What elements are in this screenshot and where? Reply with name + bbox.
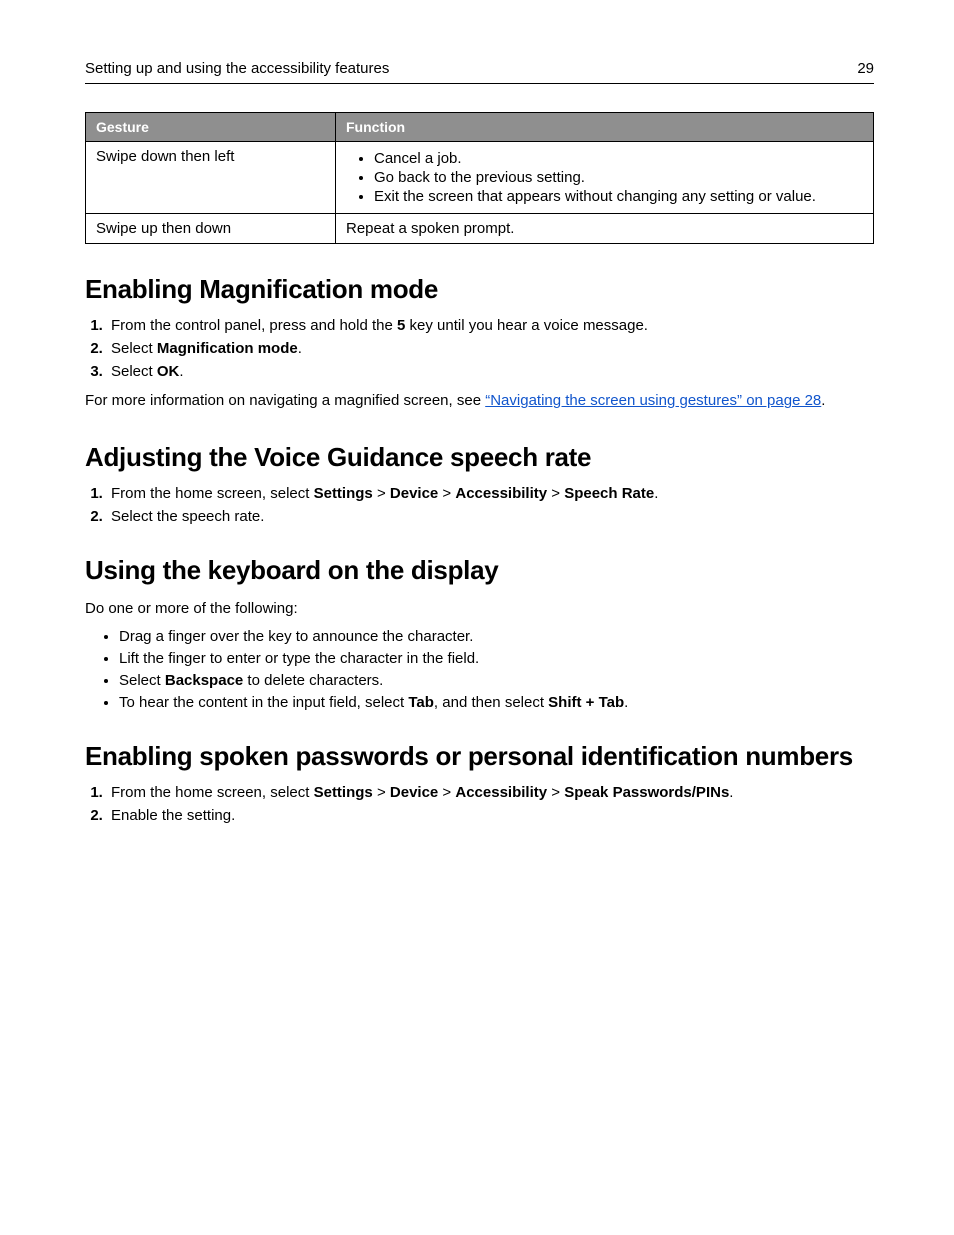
bold-text: Accessibility [455,784,547,801]
page-header: Setting up and using the accessibility f… [85,60,874,84]
cell-gesture: Swipe up then down [86,214,336,244]
text: To hear the content in the input field, … [119,694,408,711]
text: From the control panel, press and hold t… [111,317,397,334]
cell-gesture: Swipe down then left [86,142,336,214]
col-header-function: Function [336,113,874,142]
text: > [547,784,564,801]
cell-function: Repeat a spoken prompt. [336,214,874,244]
bold-text: Tab [408,694,434,711]
text: . [179,363,183,380]
list-item: Lift the finger to enter or type the cha… [119,650,874,667]
steps-passwords: From the home screen, select Settings > … [85,784,874,824]
col-header-gesture: Gesture [86,113,336,142]
list-item: Go back to the previous setting. [374,169,863,186]
heading-magnification: Enabling Magnification mode [85,274,874,305]
heading-keyboard: Using the keyboard on the display [85,555,874,586]
bold-text: Device [390,784,438,801]
text: Select [111,340,157,357]
list-item: Select Backspace to delete characters. [119,672,874,689]
more-info-paragraph: For more information on navigating a mag… [85,390,874,412]
text: From the home screen, select [111,784,314,801]
step-item: From the home screen, select Settings > … [107,784,874,801]
document-page: Setting up and using the accessibility f… [0,0,954,894]
step-item: Select Magnification mode. [107,340,874,357]
list-item: Cancel a job. [374,150,863,167]
cell-function: Cancel a job. Go back to the previous se… [336,142,874,214]
gesture-function-table: Gesture Function Swipe down then left Ca… [85,112,874,244]
text: > [547,485,564,502]
text: to delete characters. [243,672,383,689]
bold-text: Accessibility [455,485,547,502]
text: . [298,340,302,357]
heading-speech-rate: Adjusting the Voice Guidance speech rate [85,442,874,473]
list-item: Drag a finger over the key to announce t… [119,628,874,645]
bold-text: Settings [314,485,373,502]
text: > [373,485,390,502]
table-header-row: Gesture Function [86,113,874,142]
page-number: 29 [857,60,874,77]
text: For more information on navigating a mag… [85,392,485,409]
text: key until you hear a voice message. [405,317,648,334]
steps-speech-rate: From the home screen, select Settings > … [85,485,874,525]
bold-text: Speak Passwords/PINs [564,784,729,801]
text: , and then select [434,694,548,711]
steps-magnification: From the control panel, press and hold t… [85,317,874,380]
header-title: Setting up and using the accessibility f… [85,60,389,77]
table-row: Swipe up then down Repeat a spoken promp… [86,214,874,244]
text: From the home screen, select [111,485,314,502]
cross-reference-link[interactable]: “Navigating the screen using gestures” o… [485,392,821,409]
step-item: Select the speech rate. [107,508,874,525]
step-item: Select OK. [107,363,874,380]
step-item: From the home screen, select Settings > … [107,485,874,502]
list-item: Exit the screen that appears without cha… [374,188,863,205]
bold-text: Device [390,485,438,502]
text: . [821,392,825,409]
text: Select [111,363,157,380]
bold-text: Magnification mode [157,340,298,357]
text: . [729,784,733,801]
bold-text: OK [157,363,180,380]
bold-text: Settings [314,784,373,801]
list-item: To hear the content in the input field, … [119,694,874,711]
text: > [373,784,390,801]
step-item: Enable the setting. [107,807,874,824]
step-item: From the control panel, press and hold t… [107,317,874,334]
text: . [624,694,628,711]
table-row: Swipe down then left Cancel a job. Go ba… [86,142,874,214]
text: Select [119,672,165,689]
intro-paragraph: Do one or more of the following: [85,598,874,620]
bold-text: Backspace [165,672,243,689]
bullets-keyboard: Drag a finger over the key to announce t… [85,628,874,711]
text: . [654,485,658,502]
bold-text: Speech Rate [564,485,654,502]
heading-passwords: Enabling spoken passwords or personal id… [85,741,874,772]
text: > [438,784,455,801]
bold-text: Shift + Tab [548,694,624,711]
text: > [438,485,455,502]
